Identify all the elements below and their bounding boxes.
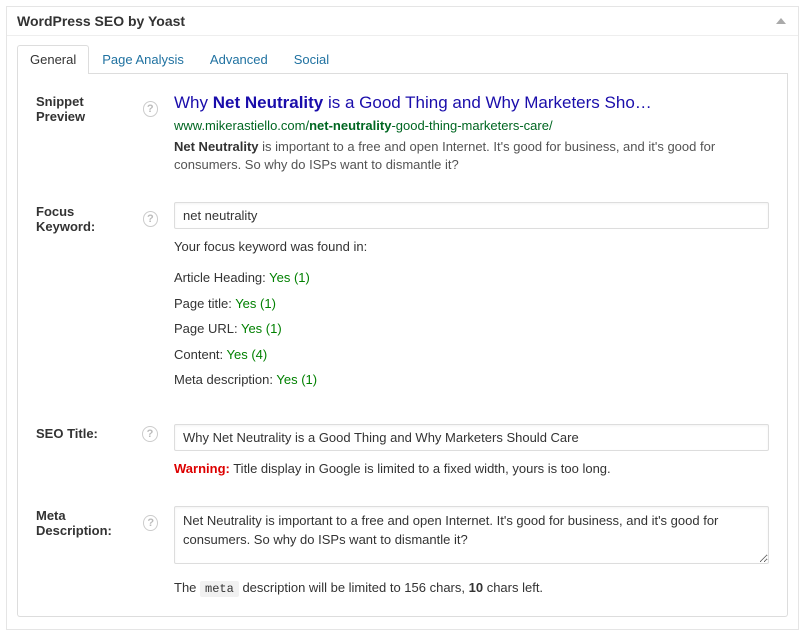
snippet-url-post: -good-thing-marketers-care/ bbox=[391, 118, 552, 133]
tab-social[interactable]: Social bbox=[281, 45, 342, 74]
found-page-title: Page title: Yes (1) bbox=[174, 294, 769, 314]
snippet-title-keyword: Net Neutrality bbox=[213, 93, 324, 112]
metabox-title: WordPress SEO by Yoast bbox=[17, 13, 185, 29]
snippet-url-pre: www.mikerastiello.com/ bbox=[174, 118, 309, 133]
label-text: SEO Title: bbox=[36, 426, 98, 441]
focus-found-list: Article Heading: Yes (1) Page title: Yes… bbox=[174, 268, 769, 390]
found-meta-description: Meta description: Yes (1) bbox=[174, 370, 769, 390]
tab-advanced[interactable]: Advanced bbox=[197, 45, 281, 74]
found-content: Content: Yes (4) bbox=[174, 345, 769, 365]
panel-general: Snippet Preview ? Why Net Neutrality is … bbox=[17, 74, 788, 617]
warning-text: Title display in Google is limited to a … bbox=[230, 461, 611, 476]
snippet-preview: Why Net Neutrality is a Good Thing and W… bbox=[174, 92, 769, 174]
tabs: General Page Analysis Advanced Social bbox=[17, 44, 788, 74]
snippet-url-keyword: net-neutrality bbox=[309, 118, 391, 133]
label-text: Snippet Preview bbox=[36, 94, 133, 124]
snippet-desc-keyword: Net Neutrality bbox=[174, 139, 259, 154]
tab-page-analysis[interactable]: Page Analysis bbox=[89, 45, 197, 74]
help-icon[interactable]: ? bbox=[143, 515, 158, 531]
label-seo-title: SEO Title: ? bbox=[36, 424, 174, 442]
chars-left-count: 10 bbox=[469, 580, 483, 595]
meta-description-content: The meta description will be limited to … bbox=[174, 506, 769, 598]
metabox-body: General Page Analysis Advanced Social Sn… bbox=[7, 36, 798, 629]
snippet-description: Net Neutrality is important to a free an… bbox=[174, 138, 769, 174]
metabox-header: WordPress SEO by Yoast bbox=[7, 7, 798, 36]
label-text: Meta Description: bbox=[36, 508, 133, 538]
seo-title-content: Warning: Title display in Google is limi… bbox=[174, 424, 769, 479]
label-focus-keyword: Focus Keyword: ? bbox=[36, 202, 174, 234]
collapse-toggle-icon[interactable] bbox=[776, 18, 786, 24]
help-icon[interactable]: ? bbox=[143, 101, 158, 117]
focus-found-intro: Your focus keyword was found in: bbox=[174, 237, 769, 257]
focus-keyword-input[interactable] bbox=[174, 202, 769, 229]
found-page-url: Page URL: Yes (1) bbox=[174, 319, 769, 339]
meta-description-hint: The meta description will be limited to … bbox=[174, 578, 769, 598]
meta-code: meta bbox=[200, 581, 239, 597]
row-seo-title: SEO Title: ? Warning: Title display in G… bbox=[36, 424, 769, 479]
row-focus-keyword: Focus Keyword: ? Your focus keyword was … bbox=[36, 202, 769, 396]
label-meta-description: Meta Description: ? bbox=[36, 506, 174, 538]
yoast-metabox: WordPress SEO by Yoast General Page Anal… bbox=[6, 6, 799, 630]
meta-description-textarea[interactable] bbox=[174, 506, 769, 564]
label-text: Focus Keyword: bbox=[36, 204, 133, 234]
snippet-title-post: is a Good Thing and Why Marketers Sho… bbox=[323, 93, 652, 112]
snippet-url: www.mikerastiello.com/net-neutrality-goo… bbox=[174, 116, 769, 136]
help-icon[interactable]: ? bbox=[142, 426, 158, 442]
focus-keyword-content: Your focus keyword was found in: Article… bbox=[174, 202, 769, 396]
seo-title-input[interactable] bbox=[174, 424, 769, 451]
warning-label: Warning: bbox=[174, 461, 230, 476]
tab-general[interactable]: General bbox=[17, 45, 89, 74]
row-meta-description: Meta Description: ? The meta description… bbox=[36, 506, 769, 598]
label-snippet-preview: Snippet Preview ? bbox=[36, 92, 174, 124]
help-icon[interactable]: ? bbox=[143, 211, 158, 227]
snippet-title: Why Net Neutrality is a Good Thing and W… bbox=[174, 92, 769, 114]
seo-title-warning: Warning: Title display in Google is limi… bbox=[174, 459, 769, 479]
row-snippet-preview: Snippet Preview ? Why Net Neutrality is … bbox=[36, 92, 769, 174]
found-article-heading: Article Heading: Yes (1) bbox=[174, 268, 769, 288]
snippet-title-pre: Why bbox=[174, 93, 213, 112]
